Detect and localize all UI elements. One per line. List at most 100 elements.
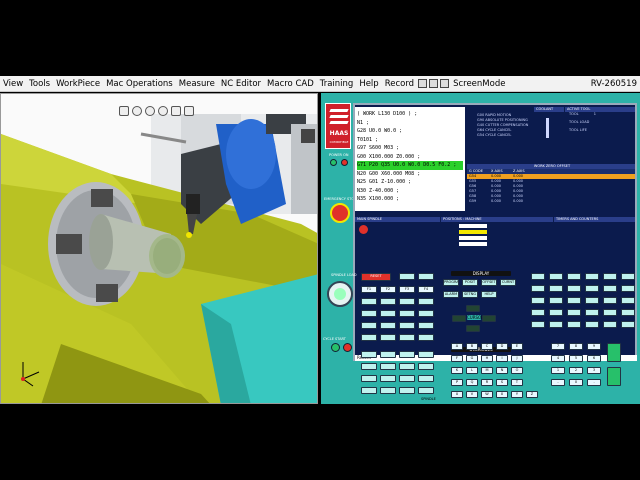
cursor-up-key[interactable] (466, 305, 480, 312)
number-key-1[interactable]: 1 (551, 367, 565, 374)
jog-key[interactable] (399, 310, 415, 317)
menu-view[interactable]: View (0, 79, 26, 89)
edit-key[interactable] (603, 273, 617, 280)
edit-key[interactable] (603, 297, 617, 304)
jog-key[interactable] (418, 310, 434, 317)
edit-key[interactable] (621, 285, 635, 292)
letter-key-w[interactable]: W (481, 391, 493, 398)
jog-key[interactable] (418, 298, 434, 305)
menu-help[interactable]: Help (356, 79, 381, 89)
work-offset-table[interactable]: WORK ZERO OFFSET G CODE X AXIS Z AXIS G5… (467, 164, 635, 216)
number-key-4[interactable]: 4 (551, 355, 565, 362)
edit-key[interactable] (621, 309, 635, 316)
number-key-minus[interactable]: - (551, 379, 565, 386)
menu-macro-cad[interactable]: Macro CAD (264, 79, 317, 89)
letter-key-r[interactable]: R (481, 379, 493, 386)
letter-key-b[interactable]: B (466, 343, 478, 350)
f1-key[interactable]: F1 (361, 286, 377, 293)
edit-key[interactable] (531, 309, 545, 316)
jog-key[interactable] (361, 298, 377, 305)
letter-key-o[interactable]: O (511, 367, 523, 374)
edit-key[interactable] (567, 309, 581, 316)
number-key-5[interactable]: 5 (569, 355, 583, 362)
edit-key[interactable] (585, 285, 599, 292)
number-key-8[interactable]: 8 (569, 343, 583, 350)
edit-key[interactable] (531, 321, 545, 328)
write-enter-key[interactable] (607, 367, 621, 386)
edit-key[interactable] (549, 309, 563, 316)
letter-key-t[interactable]: T (511, 379, 523, 386)
f3-key[interactable]: F3 (399, 286, 415, 293)
edit-key[interactable] (531, 273, 545, 280)
cursor-right-key[interactable] (482, 315, 496, 322)
override-key[interactable] (361, 375, 377, 382)
table-row[interactable]: G59 0.000 0.000 (467, 199, 635, 204)
letter-key-u[interactable]: U (451, 391, 463, 398)
jog-key[interactable] (380, 334, 396, 341)
override-key[interactable] (380, 363, 396, 370)
edit-key[interactable] (549, 273, 563, 280)
edit-key[interactable] (549, 321, 563, 328)
emergency-stop-button[interactable] (330, 203, 350, 223)
edit-key[interactable] (567, 273, 581, 280)
write-enter-key[interactable] (607, 343, 621, 362)
override-key[interactable] (418, 387, 434, 394)
power-off-button[interactable] (341, 159, 348, 166)
number-key-3[interactable]: 3 (587, 367, 601, 374)
jog-handle-center[interactable] (334, 288, 346, 300)
number-key-9[interactable]: 9 (587, 343, 601, 350)
menu-screenmode[interactable]: ScreenMode (450, 79, 508, 89)
screenshot-icon[interactable] (429, 79, 439, 88)
override-key[interactable] (380, 387, 396, 394)
override-key[interactable] (361, 387, 377, 394)
zoom-out-icon[interactable] (145, 106, 155, 116)
edit-key[interactable] (585, 321, 599, 328)
override-key[interactable] (399, 387, 415, 394)
rotate-icon[interactable] (171, 106, 181, 116)
letter-key-e[interactable]: E (511, 343, 523, 350)
jog-key[interactable] (380, 298, 396, 305)
f2-key[interactable]: F2 (380, 286, 396, 293)
edit-key[interactable] (621, 297, 635, 304)
override-key[interactable] (418, 375, 434, 382)
letter-key-l[interactable]: L (466, 367, 478, 374)
letter-key-q[interactable]: Q (466, 379, 478, 386)
edit-key[interactable] (531, 297, 545, 304)
menu-mac-operations[interactable]: Mac Operations (103, 79, 176, 89)
letter-key-v[interactable]: V (466, 391, 478, 398)
letter-key-i[interactable]: I (496, 355, 508, 362)
menu-training[interactable]: Training (317, 79, 357, 89)
f4-key[interactable]: F4 (418, 286, 434, 293)
jog-key[interactable] (418, 334, 434, 341)
override-key[interactable] (380, 351, 396, 358)
recover-button[interactable] (418, 273, 434, 280)
edit-key[interactable] (531, 285, 545, 292)
letter-key-k[interactable]: K (451, 367, 463, 374)
display-key-posit[interactable]: POSIT (462, 279, 478, 286)
letter-key-d[interactable]: D (496, 343, 508, 350)
letter-key-s[interactable]: S (496, 379, 508, 386)
override-key[interactable] (418, 351, 434, 358)
edit-key[interactable] (549, 297, 563, 304)
edit-key[interactable] (603, 285, 617, 292)
letter-key-n[interactable]: N (496, 367, 508, 374)
letter-key-j[interactable]: J (511, 355, 523, 362)
edit-key[interactable] (585, 309, 599, 316)
number-key-2[interactable]: 2 (569, 367, 583, 374)
menu-record[interactable]: Record (382, 79, 417, 89)
jog-key[interactable] (399, 298, 415, 305)
edit-key[interactable] (567, 285, 581, 292)
zoom-fit-icon[interactable] (158, 106, 168, 116)
number-key-6[interactable]: 6 (587, 355, 601, 362)
edit-key[interactable] (549, 285, 563, 292)
edit-key[interactable] (621, 273, 635, 280)
letter-key-f[interactable]: F (451, 355, 463, 362)
override-key[interactable] (418, 363, 434, 370)
home-view-icon[interactable] (119, 106, 129, 116)
display-key-current-commands[interactable]: CURNT COMDS (500, 279, 516, 286)
feed-hold-button[interactable] (343, 343, 352, 352)
letter-key-p[interactable]: P (451, 379, 463, 386)
jog-key[interactable] (361, 334, 377, 341)
letter-key-y[interactable]: Y (511, 391, 523, 398)
override-key[interactable] (399, 375, 415, 382)
